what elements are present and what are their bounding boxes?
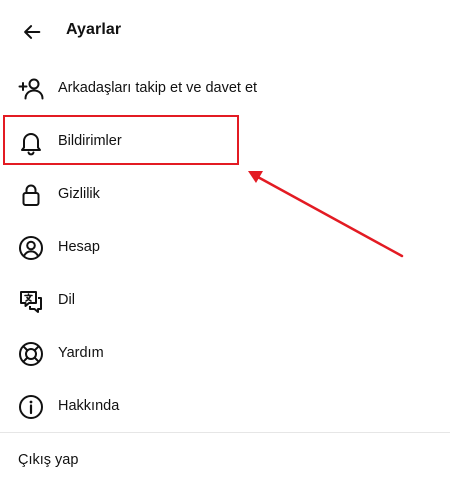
menu-item-language[interactable]: Dil [0,274,450,326]
language-icon [16,286,46,316]
account-circle-icon [16,233,46,263]
menu-item-account[interactable]: Hesap [0,221,450,273]
menu-item-label: Bildirimler [58,133,122,149]
menu-item-label: Gizlilik [58,186,100,202]
logout-button[interactable]: Çıkış yap [0,444,450,478]
info-icon [16,392,46,422]
menu-item-label: Dil [58,292,75,308]
bell-icon [16,127,46,157]
menu-item-help[interactable]: Yardım [0,327,450,379]
menu-item-privacy[interactable]: Gizlilik [0,168,450,220]
back-button[interactable] [18,18,46,46]
menu-item-label: Hakkında [58,398,120,414]
divider [0,432,450,433]
menu-item-notifications[interactable]: Bildirimler [0,115,450,167]
page-title: Ayarlar [66,21,122,38]
arrow-left-icon [24,25,41,39]
menu-item-label: Arkadaşları takip et ve davet et [58,80,258,96]
logout-label: Çıkış yap [18,452,79,468]
menu-item-about[interactable]: Hakkında [0,380,450,432]
lock-icon [16,180,46,210]
lifebuoy-icon [16,339,46,369]
top-bar: Ayarlar [0,0,450,62]
menu-item-label: Hesap [58,239,100,255]
add-person-icon [16,74,46,104]
menu-item-follow-invite[interactable]: Arkadaşları takip et ve davet et [0,62,450,114]
menu-item-label: Yardım [58,345,104,361]
